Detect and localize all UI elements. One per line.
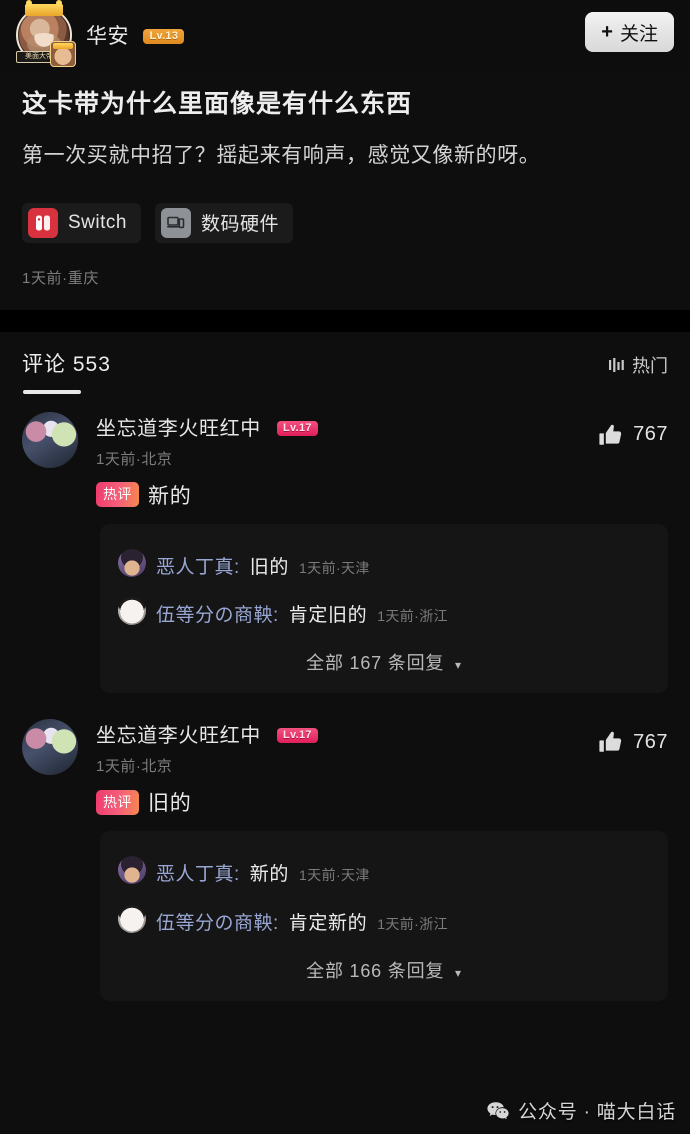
- view-all-replies-button[interactable]: 全部 167 条回复 ▾: [118, 637, 650, 681]
- comment-item: 坐忘道李火旺红中 Lv.17 1天前·北京 热评 新的 767: [0, 398, 690, 510]
- reply-text: 旧的: [249, 556, 289, 578]
- author-name[interactable]: 华安: [86, 25, 129, 48]
- avatar[interactable]: [22, 719, 78, 776]
- comment-author-row: 坐忘道李火旺红中 Lv.17: [96, 719, 668, 748]
- view-all-replies-label: 全部 166 条回复: [306, 960, 445, 981]
- thumbs-up-icon: [599, 424, 622, 445]
- follow-button[interactable]: + 关注: [585, 12, 674, 52]
- author-level-badge: Lv.13: [143, 29, 185, 44]
- avatar[interactable]: [118, 856, 146, 885]
- sort-button[interactable]: 热门: [608, 352, 668, 378]
- reply-author-name[interactable]: 恶人丁真:: [156, 864, 240, 887]
- like-button[interactable]: 767: [598, 729, 668, 755]
- nintendo-switch-icon: [28, 207, 58, 238]
- thumbs-up-icon: [599, 731, 622, 752]
- comment-author-row: 坐忘道李火旺红中 Lv.17: [96, 412, 668, 441]
- comments-header: 评论 553 热门: [0, 332, 690, 398]
- avatar[interactable]: [22, 411, 78, 468]
- crown-icon: [25, 0, 63, 16]
- like-button[interactable]: 767: [598, 422, 668, 448]
- active-tab-underline: [23, 389, 81, 394]
- post-author-header: 美面大帝 华安 Lv.13 + 关注: [0, 0, 690, 70]
- reply-author-name[interactable]: 恶人丁真:: [156, 557, 240, 580]
- post-title: 这卡带为什么里面像是有什么东西: [22, 90, 413, 118]
- like-count: 767: [633, 423, 668, 445]
- hot-comment-badge: 热评: [96, 789, 139, 815]
- comments-count: 553: [72, 352, 111, 376]
- reply-list: 恶人丁真: 新的 1天前·天津 伍等分の商鞅: 肯定新的 1天前·浙江 全部 1…: [100, 831, 668, 1001]
- comment-text-row: 热评 旧的: [96, 787, 668, 817]
- author-name-group: 华安 Lv.13: [86, 20, 185, 50]
- tag-chip-label: Switch: [68, 211, 127, 233]
- chevron-down-icon: ▾: [455, 965, 462, 980]
- view-all-replies-label: 全部 167 条回复: [306, 653, 445, 674]
- comment-author-name[interactable]: 坐忘道李火旺红中: [96, 418, 261, 440]
- comment-content: 坐忘道李火旺红中 Lv.17 1天前·北京 热评 旧的: [96, 719, 668, 817]
- sort-icon: [609, 357, 624, 372]
- avatar[interactable]: [118, 548, 146, 577]
- reply-item[interactable]: 恶人丁真: 新的 1天前·天津: [118, 847, 650, 896]
- comment-meta: 1天前·北京: [96, 450, 173, 468]
- author-avatar[interactable]: 美面大帝: [16, 0, 76, 67]
- comment-text-row: 热评 新的: [96, 480, 668, 510]
- reply-text: 肯定旧的: [288, 605, 368, 627]
- watermark-text: 公众号 · 喵大白话: [518, 1102, 676, 1123]
- section-divider: [0, 309, 690, 332]
- comment-content: 坐忘道李火旺红中 Lv.17 1天前·北京 热评 新的: [96, 412, 668, 510]
- plus-icon: +: [601, 21, 613, 43]
- tag-chip-switch[interactable]: Switch: [22, 202, 141, 243]
- comment-level-badge: Lv.17: [276, 728, 318, 744]
- like-count: 767: [633, 730, 668, 753]
- reply-author-name[interactable]: 伍等分の商鞅:: [156, 605, 279, 628]
- post-tag-list: Switch 数码硬件: [22, 202, 668, 243]
- watermark: 公众号 · 喵大白话: [486, 1097, 676, 1124]
- reply-meta: 1天前·浙江: [377, 608, 449, 625]
- reply-item[interactable]: 伍等分の商鞅: 肯定旧的 1天前·浙江: [118, 588, 650, 637]
- post-text: 第一次买就中招了？摇起来有响声，感觉又像新的呀。: [22, 143, 541, 167]
- reply-author-name[interactable]: 伍等分の商鞅:: [156, 913, 279, 936]
- comment-level-badge: Lv.17: [276, 420, 318, 436]
- follow-button-label: 关注: [619, 23, 658, 45]
- tab-comments[interactable]: 评论 553: [22, 348, 111, 394]
- wechat-icon: [487, 1101, 509, 1119]
- reply-item[interactable]: 恶人丁真: 旧的 1天前·天津: [118, 540, 650, 589]
- reply-item[interactable]: 伍等分の商鞅: 肯定新的 1天前·浙江: [118, 896, 650, 945]
- monitor-icon: [160, 207, 191, 238]
- comment-text: 旧的: [148, 792, 192, 816]
- post-meta: 1天前·重庆: [22, 269, 99, 287]
- tag-chip-label: 数码硬件: [200, 214, 279, 235]
- comment-item: 坐忘道李火旺红中 Lv.17 1天前·北京 热评 旧的 767: [0, 693, 690, 817]
- comment-meta: 1天前·北京: [96, 758, 173, 776]
- hot-comment-badge: 热评: [96, 482, 139, 507]
- avatar[interactable]: [118, 597, 146, 626]
- tag-chip-hardware[interactable]: 数码硬件: [154, 202, 293, 243]
- reply-text: 新的: [249, 864, 289, 886]
- post-detail-screen: 美面大帝 华安 Lv.13 + 关注 这卡带为什么里面像是有什么东西 第一次买就…: [0, 0, 690, 1134]
- comment-author-name[interactable]: 坐忘道李火旺红中: [96, 725, 261, 747]
- reply-list: 恶人丁真: 旧的 1天前·天津 伍等分の商鞅: 肯定旧的 1天前·浙江 全部 1…: [100, 523, 668, 694]
- post-body: 这卡带为什么里面像是有什么东西 第一次买就中招了？摇起来有响声，感觉又像新的呀。…: [0, 70, 690, 288]
- chevron-down-icon: ▾: [455, 658, 462, 673]
- reply-meta: 1天前·浙江: [377, 915, 449, 932]
- reply-meta: 1天前·天津: [298, 867, 370, 884]
- reply-meta: 1天前·天津: [298, 559, 370, 576]
- comment-text: 新的: [148, 484, 192, 508]
- sort-button-label: 热门: [632, 355, 668, 376]
- tab-comments-label: 评论: [22, 352, 66, 376]
- view-all-replies-button[interactable]: 全部 166 条回复 ▾: [118, 945, 650, 989]
- avatar-pet-decoration: [50, 41, 76, 67]
- reply-text: 肯定新的: [288, 912, 368, 934]
- avatar[interactable]: [118, 904, 146, 933]
